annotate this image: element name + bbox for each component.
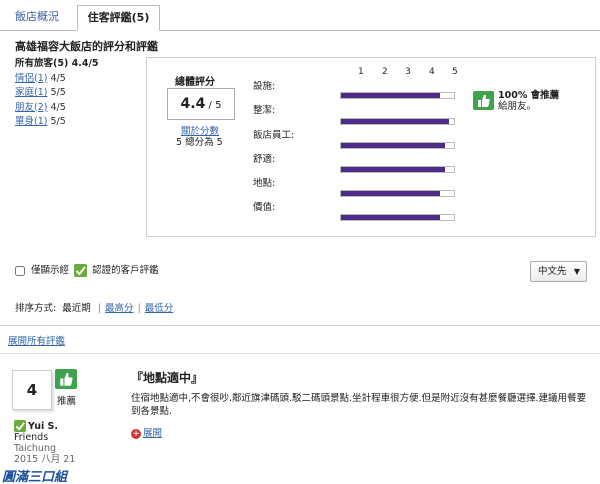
review-title: 『地點適中』 bbox=[131, 371, 204, 385]
plus-icon: + bbox=[131, 428, 141, 439]
verified-only-checkbox[interactable] bbox=[15, 265, 25, 276]
recommend-to: 給朋友。 bbox=[498, 101, 537, 112]
traveler-all-value: 4.4/5 bbox=[71, 58, 99, 69]
overall-rating-label: 總體評分 bbox=[175, 77, 215, 88]
bar-fill bbox=[341, 191, 441, 196]
language-selected: 中文先 bbox=[538, 266, 567, 277]
traveler-value: 5/5 bbox=[50, 87, 66, 98]
traveler-row-solo: 單身(1) 5/5 bbox=[15, 115, 99, 130]
scale-number: 1 bbox=[358, 67, 364, 77]
scale-number: 4 bbox=[429, 67, 435, 77]
bar-fill bbox=[341, 93, 441, 98]
sort-current: 最近期 bbox=[62, 303, 91, 314]
traveler-link-family[interactable]: 家庭(1) bbox=[15, 87, 47, 98]
sort-label: 排序方式: bbox=[15, 303, 57, 314]
bar-fill bbox=[341, 143, 445, 148]
recommend-text: 100% 會推薦 給朋友。 bbox=[498, 90, 559, 112]
reviewer-city: Taichung bbox=[14, 443, 57, 454]
category-bar-facilities bbox=[340, 92, 455, 99]
verified-check-icon bbox=[74, 264, 88, 277]
category-label-value: 價值: bbox=[253, 202, 276, 213]
scale-number: 5 bbox=[452, 67, 458, 77]
category-label-facilities: 設施: bbox=[253, 81, 276, 92]
traveler-all-row: 所有旅客(5) 4.4/5 bbox=[15, 57, 99, 72]
category-bar-value bbox=[340, 214, 455, 221]
recommend-percent: 100% 會推薦 bbox=[498, 90, 560, 101]
overall-score-box: 4.4 / 5 bbox=[167, 88, 235, 120]
bar-fill bbox=[341, 167, 445, 172]
traveler-link-solo[interactable]: 單身(1) bbox=[15, 116, 47, 127]
reviewer-group: Friends bbox=[14, 432, 49, 443]
review-date: 2015 八月 21 bbox=[14, 454, 76, 465]
bar-fill bbox=[341, 119, 450, 124]
traveler-value: 4/5 bbox=[50, 72, 66, 84]
traveler-value: 4/5 bbox=[50, 101, 66, 113]
traveler-value: 5/5 bbox=[50, 116, 66, 127]
category-label-location: 地點: bbox=[253, 178, 276, 189]
page-title: 高雄福容大飯店的評分和評鑑 bbox=[15, 40, 158, 53]
sort-lowest-link[interactable]: 最低分 bbox=[145, 303, 174, 314]
filter-prefix: 僅顯示經 bbox=[31, 265, 70, 276]
category-label-cleanliness: 整潔: bbox=[253, 105, 276, 116]
review-score: 4 bbox=[12, 370, 52, 410]
sort-separator: | bbox=[137, 303, 141, 314]
traveler-row-friends: 朋友(2) 4/5 bbox=[15, 101, 99, 116]
chevron-down-icon: ▼ bbox=[573, 267, 580, 276]
reviewer-info: Yui S. Friends Taichung 2015 八月 21 bbox=[14, 420, 75, 465]
category-label-staff: 飯店員工: bbox=[253, 130, 295, 141]
expand-all-reviews-link[interactable]: 展開所有評鑑 bbox=[8, 333, 65, 347]
sort-highest-link[interactable]: 最高分 bbox=[105, 303, 134, 314]
scale-number: 2 bbox=[382, 67, 388, 77]
filter-suffix: 認證的客戶評鑑 bbox=[92, 265, 159, 276]
scale-note: 5 總分為 5 bbox=[176, 137, 223, 148]
bar-fill bbox=[341, 215, 441, 220]
reviewer-name: Yui S. bbox=[28, 420, 58, 432]
traveler-type-list: 所有旅客(5) 4.4/5 情侶(1) 4/5 家庭(1) 5/5 朋友(2) … bbox=[15, 57, 99, 130]
traveler-link-friends[interactable]: 朋友(2) bbox=[15, 102, 47, 113]
tab-bar: 飯店概況 住客評鑑(5) bbox=[0, 0, 600, 31]
scale-number: 3 bbox=[405, 67, 411, 77]
thumbs-up-icon bbox=[473, 91, 494, 110]
review-expand[interactable]: + 展開 bbox=[131, 425, 162, 439]
verified-filter: 僅顯示經 認證的客戶評鑑 bbox=[15, 262, 159, 277]
review-expand-link[interactable]: 展開 bbox=[143, 428, 162, 439]
divider bbox=[0, 353, 600, 354]
category-label-comfort: 舒適: bbox=[253, 154, 276, 165]
category-bar-cleanliness bbox=[340, 118, 455, 125]
traveler-row-couples: 情侶(1) 4/5 bbox=[15, 72, 99, 87]
recommend-label: 推薦 bbox=[57, 396, 77, 407]
category-bar-location bbox=[340, 190, 455, 197]
tab-guest-reviews[interactable]: 住客評鑑(5) bbox=[77, 5, 160, 31]
review-body: 住宿地點適中,不會很吵.鄰近旗津碼頭.駁二碼頭景點.坐計程車很方便.但是附近沒有… bbox=[131, 393, 587, 417]
category-bar-comfort bbox=[340, 166, 455, 173]
divider bbox=[0, 325, 600, 326]
overall-out-of: / 5 bbox=[208, 100, 222, 111]
traveler-link-couples[interactable]: 情侶(1) bbox=[15, 73, 47, 84]
tab-hotel-overview[interactable]: 飯店概況 bbox=[0, 5, 74, 31]
language-select[interactable]: 中文先 ▼ bbox=[530, 261, 587, 282]
traveler-all-label: 所有旅客(5) bbox=[15, 58, 69, 69]
verified-check-icon bbox=[14, 420, 26, 432]
sort-bar: 排序方式: 最近期 | 最高分 | 最低分 bbox=[15, 300, 173, 314]
category-bar-staff bbox=[340, 142, 455, 149]
sort-separator: | bbox=[97, 303, 101, 314]
traveler-row-family: 家庭(1) 5/5 bbox=[15, 86, 99, 101]
watermark-logo: 圓滿三口組 bbox=[2, 470, 68, 484]
thumbs-up-icon bbox=[55, 369, 77, 389]
overall-score: 4.4 bbox=[180, 96, 206, 112]
